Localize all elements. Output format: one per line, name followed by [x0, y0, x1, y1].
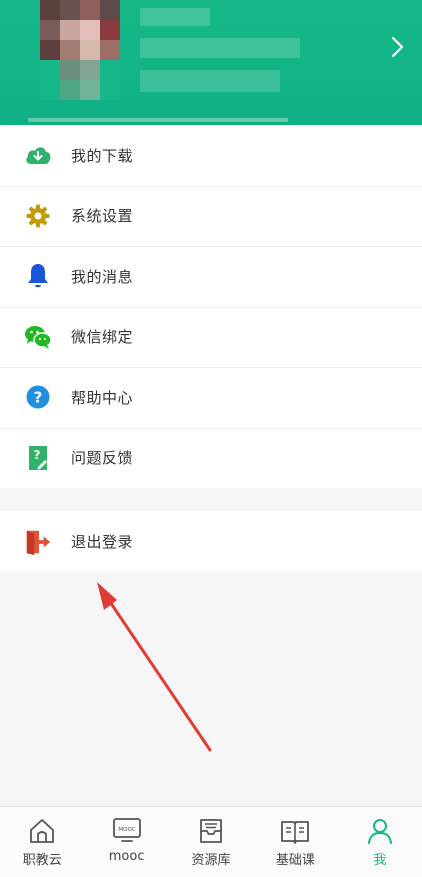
bell-icon — [24, 262, 52, 290]
mooc-icon: MOOC — [112, 816, 142, 846]
tab-label: 职教云 — [22, 853, 62, 868]
avatar-pixel — [40, 80, 60, 100]
menu-item-label: 问题反馈 — [71, 449, 134, 468]
cloud-download-icon — [24, 141, 52, 169]
avatar-pixel — [60, 60, 80, 80]
header-divider — [28, 118, 288, 122]
chevron-right-icon[interactable] — [384, 34, 410, 60]
home-icon — [27, 816, 57, 846]
tab-mooc[interactable]: MOOC mooc — [84, 807, 168, 877]
question-icon: ? — [24, 383, 52, 411]
wechat-icon — [24, 323, 52, 351]
menu-item-downloads[interactable]: 我的下载 — [0, 125, 422, 186]
avatar-pixel — [100, 60, 120, 80]
menu-item-messages[interactable]: 我的消息 — [0, 246, 422, 307]
bottom-tab-bar: 职教云 MOOC mooc 资源库 基础课 我 — [0, 806, 422, 877]
avatar-pixel — [60, 0, 80, 20]
avatar-pixel — [80, 80, 100, 100]
tab-label: 资源库 — [191, 853, 231, 868]
menu-item-label: 系统设置 — [71, 207, 134, 226]
avatar-pixel — [100, 20, 120, 40]
menu-item-help[interactable]: ? 帮助中心 — [0, 367, 422, 428]
tab-label: mooc — [108, 849, 145, 864]
section-gap — [0, 489, 422, 511]
avatar-pixel — [80, 0, 100, 20]
tab-me[interactable]: 我 — [338, 807, 422, 877]
avatar-pixel — [60, 20, 80, 40]
logout-icon — [24, 528, 52, 556]
avatar-pixel — [80, 60, 100, 80]
profile-header[interactable] — [0, 0, 422, 125]
settings-menu: 我的下载 系统设置 我的消息 微信绑定 ? 帮助中心 ? 问题反馈 — [0, 125, 422, 488]
menu-item-wechat[interactable]: 微信绑定 — [0, 306, 422, 367]
user-avatar[interactable] — [40, 0, 120, 100]
logout-label: 退出登录 — [71, 533, 134, 551]
book-icon — [280, 816, 310, 846]
school-info-blurred — [140, 70, 280, 92]
avatar-pixel — [80, 20, 100, 40]
avatar-pixel — [60, 40, 80, 60]
avatar-pixel — [40, 60, 60, 80]
avatar-pixel — [40, 40, 60, 60]
avatar-pixel — [40, 0, 60, 20]
tab-basic-course[interactable]: 基础课 — [253, 807, 337, 877]
mooc-badge-text: MOOC — [118, 827, 135, 833]
username-blurred — [140, 38, 300, 58]
avatar-pixel — [100, 40, 120, 60]
logout-button[interactable]: 退出登录 — [0, 511, 422, 572]
tab-label: 基础课 — [275, 853, 315, 868]
avatar-pixel — [40, 20, 60, 40]
user-icon — [365, 816, 395, 846]
feedback-icon: ? — [24, 444, 52, 472]
resource-icon — [196, 816, 226, 846]
menu-item-label: 我的消息 — [71, 267, 134, 286]
avatar-pixel — [60, 80, 80, 100]
username-blurred — [140, 8, 210, 26]
menu-item-label: 微信绑定 — [71, 328, 134, 347]
tab-zhijiaoyun[interactable]: 职教云 — [0, 807, 84, 877]
gear-icon — [24, 202, 52, 230]
avatar-pixel — [100, 0, 120, 20]
menu-item-label: 帮助中心 — [71, 388, 134, 407]
avatar-pixel — [80, 40, 100, 60]
tab-label: 我 — [373, 853, 387, 868]
svg-text:?: ? — [34, 389, 43, 407]
menu-item-settings[interactable]: 系统设置 — [0, 185, 422, 246]
avatar-pixel — [100, 80, 120, 100]
tab-resource-library[interactable]: 资源库 — [169, 807, 253, 877]
svg-text:?: ? — [34, 448, 41, 462]
menu-item-feedback[interactable]: ? 问题反馈 — [0, 427, 422, 488]
menu-item-label: 我的下载 — [71, 146, 134, 165]
